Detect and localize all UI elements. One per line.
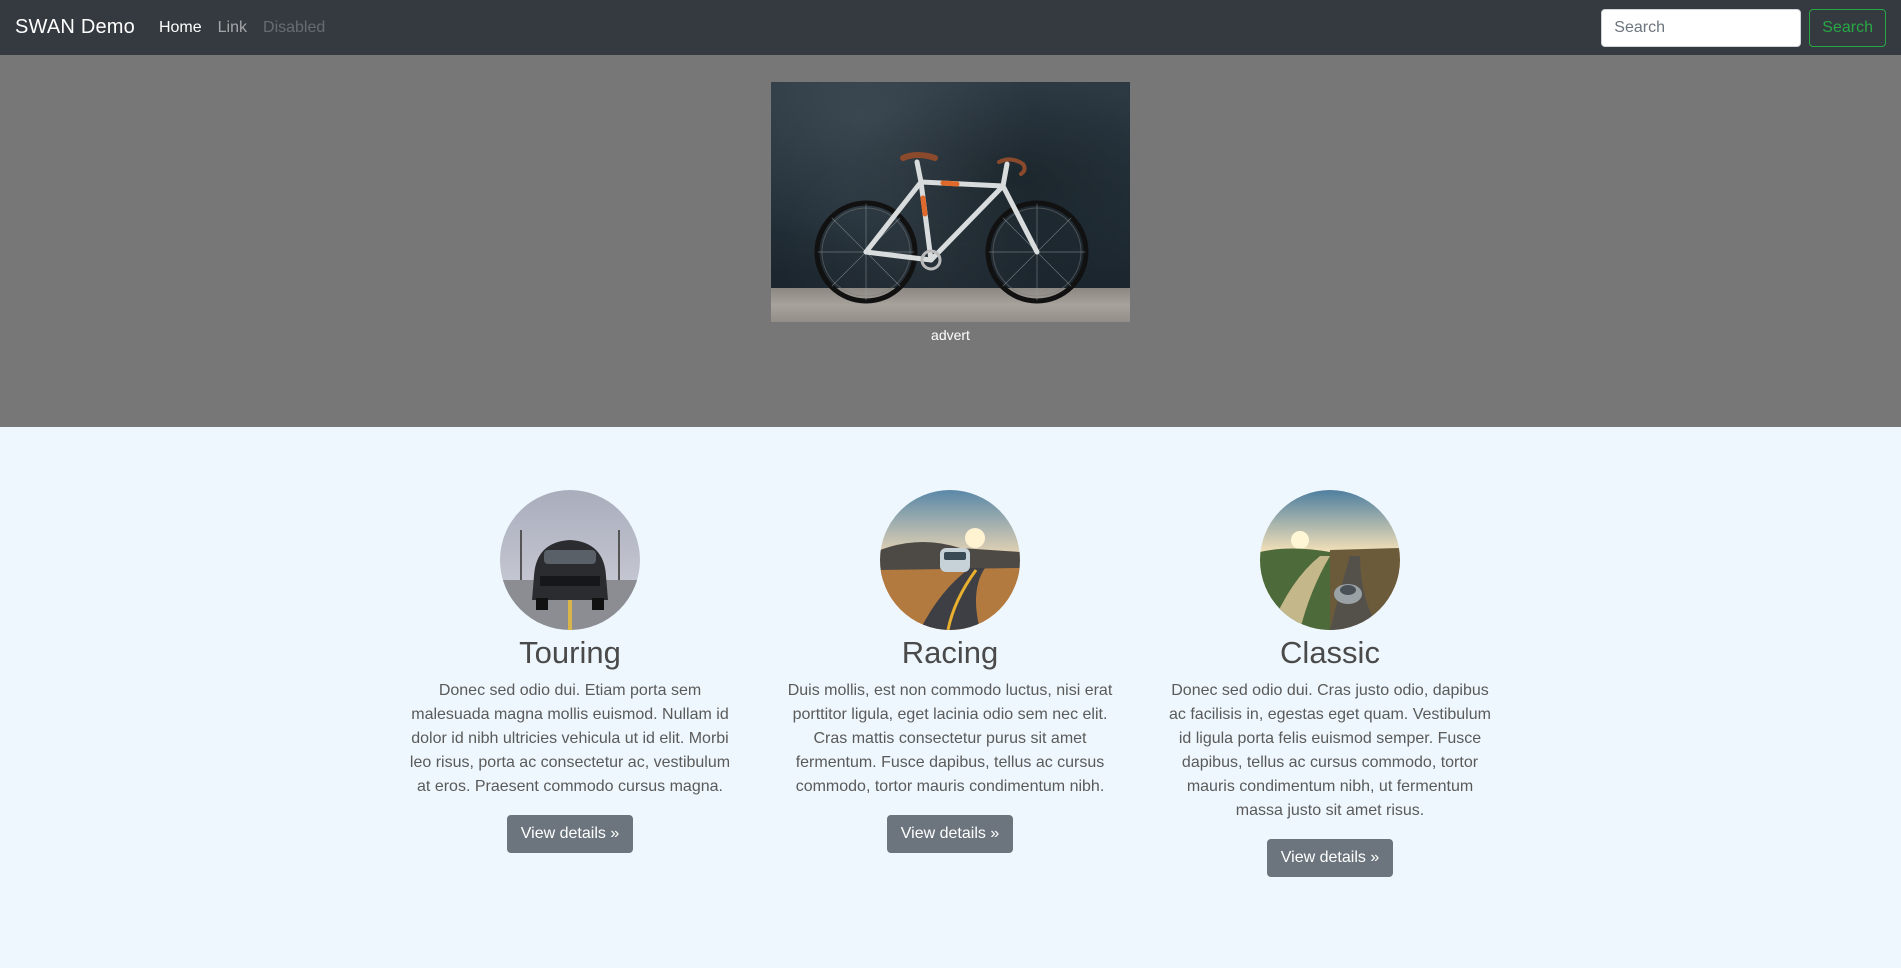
feature-racing: Racing Duis mollis, est non commodo luct…	[785, 490, 1115, 853]
feature-text: Duis mollis, est non commodo luctus, nis…	[787, 682, 1113, 795]
nav-link-home[interactable]: Home	[159, 19, 202, 37]
search-button[interactable]: Search	[1809, 8, 1886, 47]
view-details-button[interactable]: View details »	[886, 815, 1014, 853]
top-navbar: SWAN Demo Home Link Disabled Search	[0, 0, 1901, 55]
feature-text: Donec sed odio dui. Etiam porta sem male…	[409, 682, 731, 795]
advert-banner: advert	[0, 55, 1901, 427]
car-front-image	[500, 490, 640, 630]
bicycle-image[interactable]	[771, 82, 1130, 322]
feature-touring: Touring Donec sed odio dui. Etiam porta …	[405, 490, 735, 853]
feature-classic: Classic Donec sed odio dui. Cras justo o…	[1165, 490, 1495, 877]
view-details-button[interactable]: View details »	[506, 815, 634, 853]
advert-caption: advert	[931, 327, 970, 343]
bicycle-icon	[814, 152, 1089, 304]
feature-title: Touring	[519, 635, 621, 670]
classic-car-image	[1260, 490, 1400, 630]
view-details-button[interactable]: View details »	[1266, 839, 1394, 877]
feature-title: Racing	[901, 635, 999, 670]
feature-text: Donec sed odio dui. Cras justo odio, dap…	[1169, 682, 1491, 819]
search-input[interactable]	[1601, 8, 1802, 47]
nav-link-disabled: Disabled	[263, 18, 326, 36]
feature-title: Classic	[1280, 635, 1380, 670]
brand-link[interactable]: SWAN Demo	[15, 16, 135, 39]
road-car-image	[880, 490, 1020, 630]
nav-link-link[interactable]: Link	[218, 19, 247, 37]
